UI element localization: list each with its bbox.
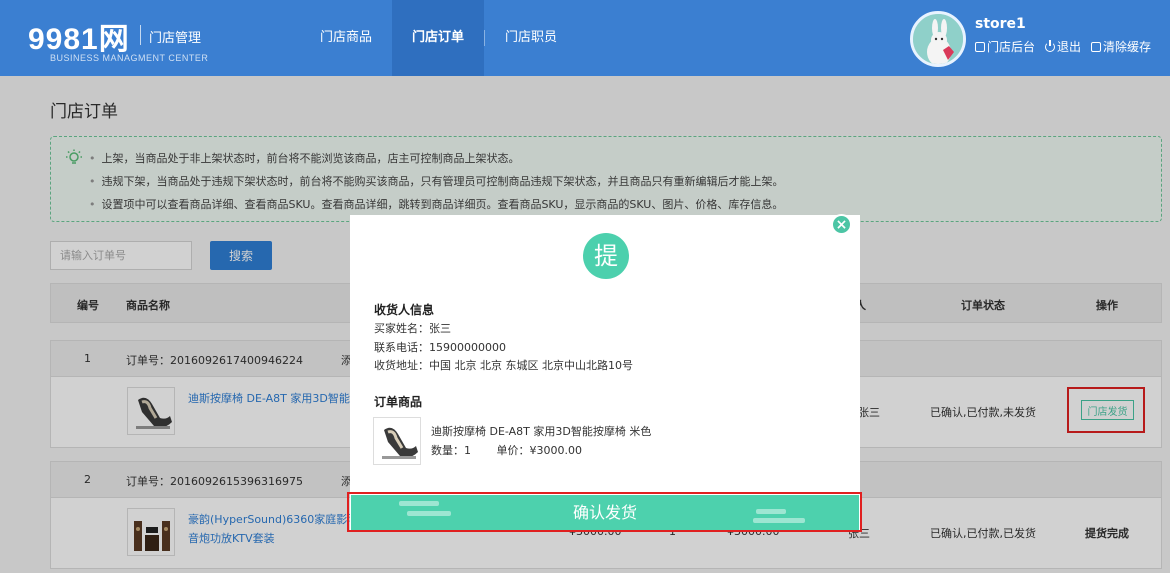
avatar-illustration-icon xyxy=(913,14,963,64)
buyer-name: 买家姓名：张三 xyxy=(374,322,451,335)
app-title: 门店管理 xyxy=(149,31,202,46)
store-backend-label: 门店后台 xyxy=(987,40,1036,54)
user-links: 门店后台 退出 清除缓存 xyxy=(975,38,1151,55)
logout-link[interactable]: 退出 xyxy=(1045,38,1081,55)
main-nav: 门店商品 门店订单 门店职员 xyxy=(300,0,577,76)
logo-subtitle: BUSINESS MANAGMENT CENTER xyxy=(50,53,209,63)
user-name: store1 xyxy=(975,16,1026,32)
trash-icon xyxy=(1091,41,1102,52)
avatar[interactable] xyxy=(910,11,966,67)
massage-chair-icon xyxy=(374,418,420,464)
nav-store-orders[interactable]: 门店订单 xyxy=(392,0,485,76)
top-header: 9981网 BUSINESS MANAGMENT CENTER 门店管理 门店商… xyxy=(0,0,1170,76)
modal-product-meta: 数量：1 单价：¥3000.00 xyxy=(431,442,582,458)
pickup-badge-icon: 提 xyxy=(583,233,629,279)
decoration xyxy=(407,511,451,516)
power-icon xyxy=(1045,39,1056,52)
receiver-info-title: 收货人信息 xyxy=(374,303,435,317)
buyer-address: 收货地址：中国 北京 北京 东城区 北京中山北路10号 xyxy=(374,359,633,372)
buyer-phone: 联系电话：15900000000 xyxy=(374,341,506,354)
nav-store-products[interactable]: 门店商品 xyxy=(300,0,392,76)
logo[interactable]: 9981网 xyxy=(28,14,130,58)
decoration xyxy=(756,509,786,514)
modal-product-thumbnail xyxy=(373,417,421,465)
modal-product-price: 单价：¥3000.00 xyxy=(496,444,583,457)
nav-store-staff[interactable]: 门店职员 xyxy=(485,0,577,76)
logout-label: 退出 xyxy=(1057,40,1082,54)
clear-cache-label: 清除缓存 xyxy=(1103,40,1152,54)
decoration xyxy=(399,501,439,506)
monitor-icon xyxy=(975,41,985,52)
clear-cache-link[interactable]: 清除缓存 xyxy=(1091,38,1151,55)
close-icon[interactable]: × xyxy=(831,214,852,235)
modal-product-qty: 数量：1 xyxy=(431,444,471,457)
confirm-ship-label: 确认发货 xyxy=(572,503,637,522)
store-backend-link[interactable]: 门店后台 xyxy=(975,38,1035,55)
confirm-ship-button[interactable]: 确认发货 xyxy=(351,495,859,530)
logo-divider xyxy=(140,25,141,45)
ship-confirm-modal: × 提 收货人信息 买家姓名：张三 联系电话：15900000000 收货地址：… xyxy=(350,214,860,530)
decoration xyxy=(753,518,805,523)
modal-product-name: 迪斯按摩椅 DE-A8T 家用3D智能按摩椅 米色 xyxy=(431,425,652,438)
order-items-title: 订单商品 xyxy=(374,395,423,409)
